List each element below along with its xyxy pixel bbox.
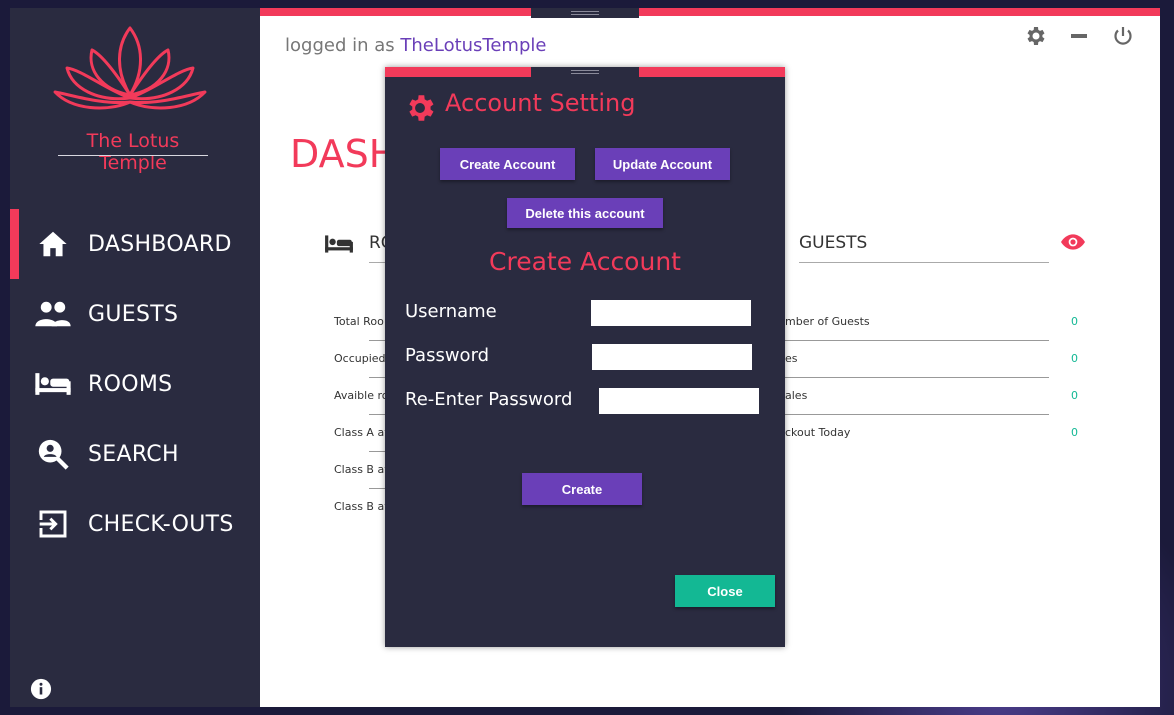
guests-stat-label: ckout Today [785, 426, 851, 439]
update-account-tab-button[interactable]: Update Account [595, 148, 730, 180]
brand-name: The Lotus Temple [86, 130, 180, 174]
logged-in-prefix: logged in as [285, 35, 395, 56]
home-icon [34, 225, 72, 263]
guests-stat-value: 0 [1071, 315, 1078, 328]
gear-icon[interactable] [1023, 24, 1047, 48]
stat-divider [785, 414, 1049, 415]
reenter-password-input[interactable] [599, 388, 759, 414]
stat-divider [785, 377, 1049, 378]
rooms-stat-label: Class B av [334, 500, 391, 513]
info-icon[interactable] [30, 678, 52, 700]
reenter-password-label: Re-Enter Password [405, 389, 573, 410]
username-input[interactable] [591, 300, 751, 326]
guests-stat-label: mber of Guests [785, 315, 870, 328]
password-label: Password [405, 345, 490, 366]
people-icon [34, 295, 72, 333]
search-person-icon [34, 435, 72, 473]
eye-icon[interactable] [1060, 232, 1086, 252]
minimize-icon[interactable] [1067, 24, 1091, 48]
guests-card-title: GUESTS [799, 233, 868, 253]
guests-stat-value: 0 [1071, 389, 1078, 402]
dialog-title: Account Setting [445, 89, 636, 117]
guests-stat-value: 0 [1071, 352, 1078, 365]
password-input[interactable] [592, 344, 752, 370]
section-title: Create Account [489, 247, 681, 276]
sidebar-item-label: ROOMS [88, 371, 173, 397]
bed-icon [34, 365, 72, 403]
sidebar-item-rooms[interactable]: ROOMS [10, 349, 260, 419]
sidebar-item-label: CHECK-OUTS [88, 511, 234, 537]
guests-stat-value: 0 [1071, 426, 1078, 439]
power-icon[interactable] [1111, 24, 1135, 48]
create-button[interactable]: Create [522, 473, 642, 505]
guests-card-divider [799, 262, 1049, 263]
gear-icon [409, 95, 434, 121]
title-bar-accent [260, 8, 1160, 16]
brand-underline [58, 155, 208, 156]
page-title: DASH [290, 132, 398, 176]
username-label: Username [405, 301, 497, 322]
rooms-stat-label: Class A av [334, 426, 391, 439]
delete-account-button[interactable]: Delete this account [507, 198, 663, 228]
logged-in-username: TheLotusTemple [400, 35, 547, 56]
window-drag-handle[interactable] [531, 8, 639, 18]
rooms-stat-label: Occupied [334, 352, 386, 365]
sidebar-item-label: SEARCH [88, 441, 179, 467]
sidebar-item-label: GUESTS [88, 301, 179, 327]
sidebar-item-label: DASHBOARD [88, 231, 232, 257]
create-account-tab-button[interactable]: Create Account [440, 148, 575, 180]
sidebar-item-guests[interactable]: GUESTS [10, 279, 260, 349]
sidebar-item-search[interactable]: SEARCH [10, 419, 260, 489]
guests-stat-label: ales [785, 389, 808, 402]
guests-stat-label: es [785, 352, 798, 365]
rooms-stat-label: Class B av [334, 463, 391, 476]
sidebar-item-check-outs[interactable]: CHECK-OUTS [10, 489, 260, 559]
bed-icon [325, 235, 353, 253]
logged-in-status: logged in as TheLotusTemple [285, 35, 546, 56]
lotus-logo [53, 26, 207, 110]
account-setting-dialog: Account Setting Create Account Update Ac… [385, 67, 785, 647]
sidebar: The Lotus Temple DASHBOARD GUESTS ROOMS [10, 8, 260, 707]
close-button[interactable]: Close [675, 575, 775, 607]
dialog-drag-handle[interactable] [531, 67, 639, 77]
rooms-stat-label: Total Roo [334, 315, 384, 328]
rooms-stat-label: Avaible ro [334, 389, 389, 402]
sidebar-item-dashboard[interactable]: DASHBOARD [10, 209, 260, 279]
exit-icon [34, 505, 72, 543]
stat-divider [785, 340, 1049, 341]
